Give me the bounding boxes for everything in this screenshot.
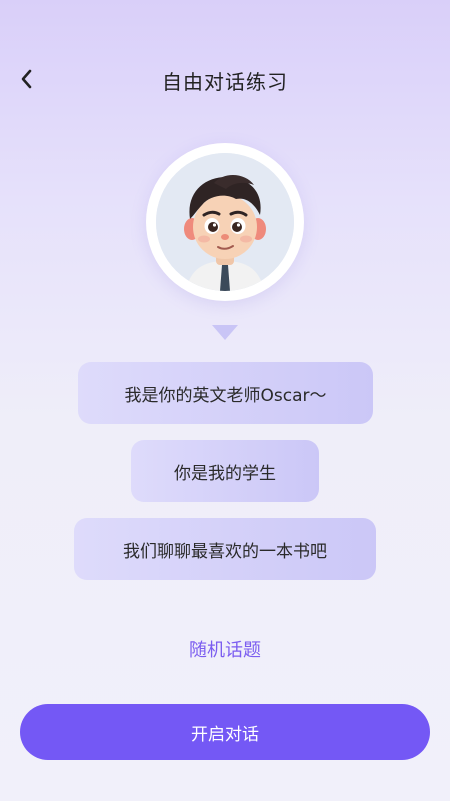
chat-bubble-text: 我们聊聊最喜欢的一本书吧 (123, 541, 327, 562)
random-topic-link[interactable]: 随机话题 (0, 636, 450, 662)
chat-bubble-student: 你是我的学生 (131, 440, 319, 502)
chat-bubble-intro: 我是你的英文老师Oscar～ (78, 362, 373, 424)
chat-bubble-text: 你是我的学生 (174, 463, 276, 484)
chat-bubble-topic: 我们聊聊最喜欢的一本书吧 (74, 518, 376, 580)
avatar (156, 153, 294, 291)
chat-bubble-text: 我是你的英文老师Oscar～ (124, 385, 327, 406)
header-bar: 自由对话练习 (0, 54, 450, 104)
page-title: 自由对话练习 (162, 70, 288, 94)
start-button-label: 开启对话 (191, 724, 259, 745)
teacher-avatar-illustration (156, 153, 294, 291)
avatar-frame (146, 143, 304, 301)
speech-pointer (212, 325, 238, 340)
start-conversation-button[interactable]: 开启对话 (20, 704, 430, 760)
